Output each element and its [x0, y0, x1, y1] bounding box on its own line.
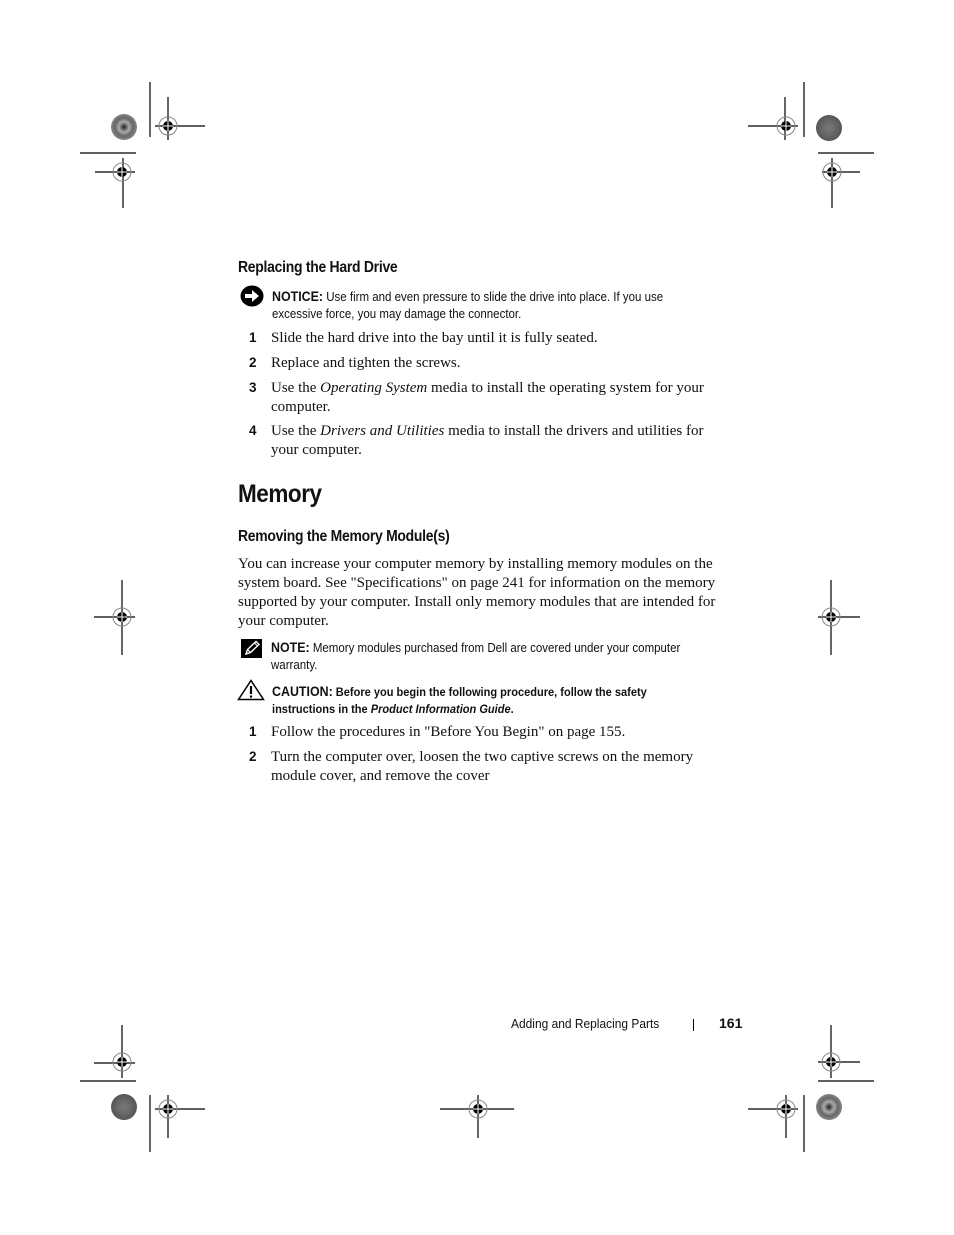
star-target-icon — [111, 114, 137, 140]
section-heading-replacing-hard-drive: Replacing the Hard Drive — [238, 259, 398, 276]
step-text-run: Use the — [271, 380, 321, 396]
note-text: Memory modules purchased from Dell are c… — [271, 641, 681, 672]
registration-mark-middle-right — [818, 580, 860, 655]
step-text-run: Use the — [271, 423, 321, 439]
footer-separator — [693, 1019, 694, 1031]
step-text: Use the Drivers and Utilities media to i… — [271, 422, 733, 460]
notice-label: NOTICE: — [272, 289, 324, 304]
registration-mark-bottom-right — [748, 1025, 874, 1152]
step-text: Slide the hard drive into the bay until … — [271, 329, 733, 348]
memory-intro-paragraph: You can increase your computer memory by… — [238, 556, 716, 629]
notice-callout: NOTICE: Use firm and even pressure to sl… — [272, 288, 704, 323]
caution-label: CAUTION: — [272, 684, 333, 699]
registration-mark-bottom-left — [80, 1025, 205, 1152]
step-number: 2 — [249, 749, 257, 764]
note-callout: NOTE: Memory modules purchased from Dell… — [271, 639, 703, 674]
page-number: 161 — [719, 1015, 743, 1031]
registration-mark-bottom-center — [440, 1095, 514, 1138]
step-number: 2 — [249, 355, 257, 370]
star-target-icon — [111, 1094, 137, 1120]
caution-doc-title: Product Information Guide — [370, 702, 511, 716]
registration-mark-top-left — [80, 82, 205, 208]
notice-text: Use firm and even pressure to slide the … — [272, 290, 664, 321]
registration-mark-middle-left — [94, 580, 135, 655]
step-text-run: Slide the hard drive into the bay until … — [271, 330, 598, 346]
footer-chapter-title: Adding and Replacing Parts — [511, 1016, 660, 1031]
star-target-icon — [816, 115, 842, 141]
step-text-run: Turn the computer over, loosen the two c… — [271, 749, 694, 784]
step-text-run: Replace and tighten the screws. — [271, 355, 461, 371]
step-number: 1 — [249, 330, 257, 345]
step-number: 4 — [249, 423, 257, 438]
italic-title-text: Drivers and Utilities — [320, 423, 445, 439]
step-number: 3 — [249, 380, 257, 395]
italic-title-text: Operating System — [320, 380, 428, 396]
pencil-note-icon — [241, 639, 262, 663]
caution-text-end: . — [510, 702, 514, 716]
step-text: Replace and tighten the screws. — [271, 354, 733, 373]
caution-callout: CAUTION: Before you begin the following … — [272, 683, 704, 718]
section-heading-removing-memory: Removing the Memory Module(s) — [238, 528, 450, 545]
step-text-run: Follow the procedures in "Before You Beg… — [271, 724, 626, 740]
step-text: Follow the procedures in "Before You Beg… — [271, 723, 733, 742]
chapter-title-memory: Memory — [238, 480, 322, 508]
star-target-icon — [816, 1094, 842, 1120]
registration-mark-top-right — [748, 82, 874, 208]
step-text: Turn the computer over, loosen the two c… — [271, 748, 733, 786]
warning-triangle-icon — [237, 679, 265, 706]
notice-arrow-icon — [240, 285, 264, 312]
step-text: Use the Operating System media to instal… — [271, 379, 733, 417]
step-number: 1 — [249, 724, 257, 739]
note-label: NOTE: — [271, 640, 310, 655]
